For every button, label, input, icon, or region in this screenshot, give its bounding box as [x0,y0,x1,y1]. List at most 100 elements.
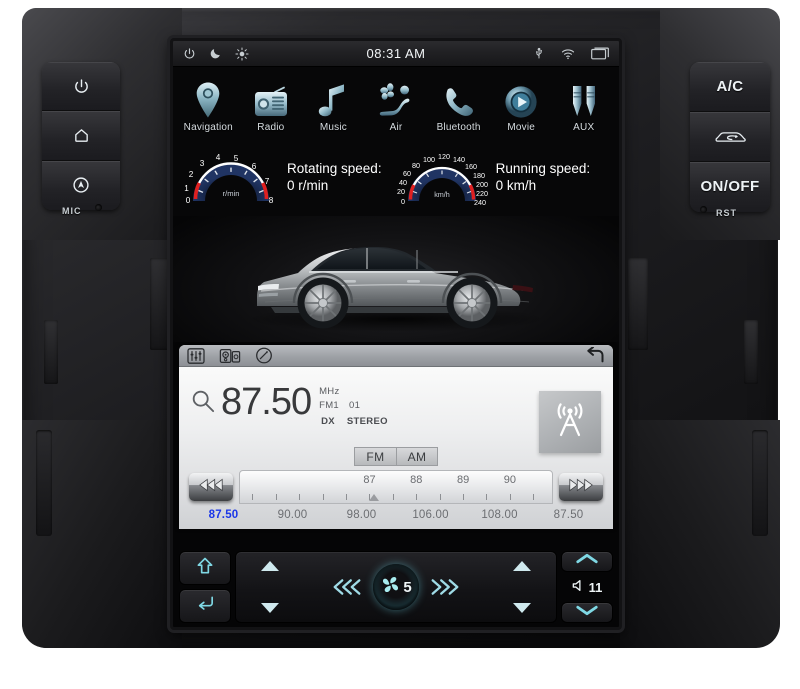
scan-icon[interactable] [255,347,273,364]
app-aux[interactable]: AUX [552,75,615,133]
tachometer-gauge: 0 12 3 4 5 67 8 r/min [179,141,283,214]
app-label: Radio [257,122,285,133]
preset-button[interactable]: 87.50 [534,509,603,521]
home-up-arrow-icon [195,556,215,581]
app-music[interactable]: Music [302,75,365,133]
bezel-tab-right [744,320,758,384]
scale-number: 87 [363,474,376,486]
climate-control-bar: 5 11 [179,551,613,623]
triangle-up-icon[interactable] [261,561,279,571]
brightness-icon[interactable] [235,46,249,61]
preset-button[interactable]: 90.00 [258,509,327,521]
app-label: AUX [573,122,595,133]
band-indicator: FM1 [319,399,339,411]
tuning-scale[interactable]: 87 88 89 90 [239,470,553,504]
app-label: Navigation [183,122,233,133]
app-label: Movie [507,122,536,133]
gauge-row: 0 12 3 4 5 67 8 r/min Rotating speed: 0 r/mi… [173,137,619,216]
temp-right-stepper [513,561,531,613]
recent-apps-icon[interactable] [591,47,609,60]
temp-left-stepper [261,561,279,613]
radio-panel: 87.50 MHz FM1 01 DX STEREO FM AM 87 88 8… [179,345,613,529]
seek-forward-button[interactable] [559,473,603,501]
equalizer-icon[interactable] [187,347,205,364]
speedometer-gauge: 0 20 40 60 80 100 120 140 160 180 200 220 240 km… [388,141,492,214]
svg-text:120: 120 [438,152,450,161]
tach-caption-value: 0 r/min [287,177,329,193]
triangle-down-icon[interactable] [513,603,531,613]
home-button[interactable] [42,111,120,161]
stereo-indicator: STEREO [346,415,388,427]
app-label: Bluetooth [436,122,481,133]
night-mode-icon[interactable] [209,47,222,60]
frequency-row: 87.50 MHz FM1 01 DX STEREO [189,375,603,453]
fan-icon [380,574,401,600]
volume-readout: 11 [561,576,613,598]
speedo-caption-value: 0 km/h [495,177,537,193]
onoff-button-label: ON/OFF [700,178,760,196]
svg-text:100: 100 [423,155,435,164]
speedo-caption-title: Running speed: [495,161,591,177]
return-button[interactable] [179,589,231,623]
navigation-icon [72,176,90,194]
recirculation-button[interactable] [690,111,770,162]
scale-number: 90 [503,474,516,486]
volume-control-group: 11 [561,551,613,623]
status-bar: 08:31 AM [173,41,619,67]
map-pin-icon [194,75,222,119]
preset-button[interactable]: 87.50 [189,509,258,521]
tach-unit: r/min [223,189,240,198]
tuning-needle [369,494,380,501]
radio-body: 87.50 MHz FM1 01 DX STEREO FM AM 87 88 8… [179,367,613,529]
tach-caption-title: Rotating speed: [287,161,382,177]
svg-text:0: 0 [186,196,191,205]
vent-slit-right [752,430,768,536]
audio-source-icon[interactable] [219,348,241,364]
ac-button[interactable]: A/C [690,62,770,112]
navigation-button[interactable] [42,160,120,210]
volume-up-button[interactable] [561,551,613,572]
radio-icon [251,75,291,119]
hardware-button-cluster-right: A/C ON/OFF [690,62,770,212]
seek-backward-button[interactable] [189,473,233,501]
back-arrow-icon[interactable] [585,347,605,364]
volume-down-button[interactable] [561,602,613,623]
speedo-caption: Running speed: 0 km/h [496,161,591,194]
power-button[interactable] [42,62,120,112]
scale-number: 88 [410,474,423,486]
frequency-unit: MHz [319,386,340,397]
preset-button[interactable]: 108.00 [465,509,534,521]
chevron-down-icon [575,603,599,622]
tuning-row: 87 88 89 90 [189,470,603,504]
bezel-tab-right-inner [628,258,648,350]
app-radio[interactable]: Radio [240,75,303,133]
search-icon[interactable] [189,375,221,418]
triangle-up-icon[interactable] [513,561,531,571]
usb-icon [533,47,545,60]
triangle-down-icon[interactable] [261,603,279,613]
fan-speed-value: 5 [403,578,412,596]
fan-speed-dial[interactable]: 5 [373,564,419,610]
frequency-meta: MHz FM1 01 DX STEREO [311,375,388,428]
chevron-left-triple-icon[interactable] [329,576,365,598]
home-up-button[interactable] [179,551,231,585]
app-air[interactable]: Air [365,75,428,133]
band-fm-button[interactable]: FM [354,447,396,466]
onoff-button[interactable]: ON/OFF [690,161,770,212]
preset-button[interactable]: 98.00 [327,509,396,521]
bezel-tab-left-inner [150,258,170,350]
svg-text:140: 140 [453,155,465,164]
infotainment-screen: 08:31 AM Navigation Radio Music Air Blue… [170,38,622,630]
app-label: Music [319,122,347,133]
music-note-icon [317,75,349,119]
power-icon[interactable] [183,47,196,60]
dashboard: MIC A/C ON/OFF RST 08:31 AM Navigation R… [0,0,800,689]
app-movie[interactable]: Movie [490,75,553,133]
app-bluetooth[interactable]: Bluetooth [427,75,490,133]
chevron-right-triple-icon[interactable] [427,576,463,598]
preset-button[interactable]: 106.00 [396,509,465,521]
svg-text:8: 8 [269,196,274,205]
app-navigation[interactable]: Navigation [177,75,240,133]
band-am-button[interactable]: AM [396,447,438,466]
svg-text:5: 5 [234,154,239,163]
